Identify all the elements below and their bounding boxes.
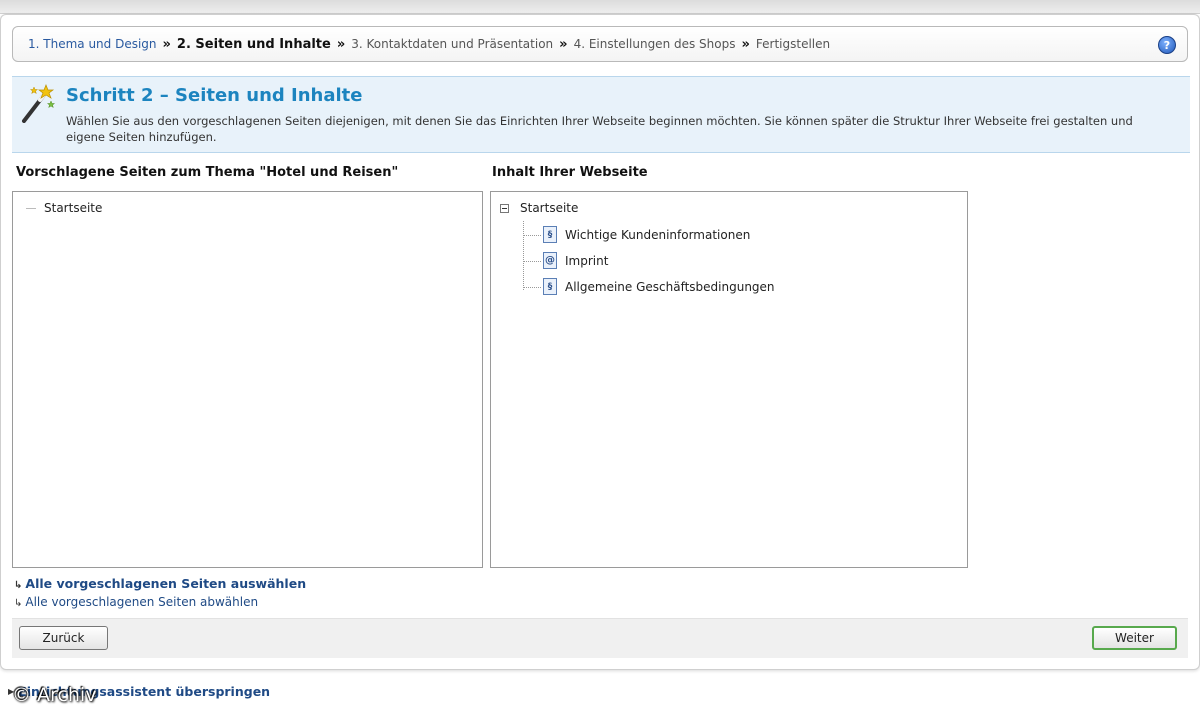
tree-item-imprint[interactable]: @ Imprint bbox=[543, 252, 608, 269]
suggested-page-label: Startseite bbox=[44, 201, 103, 215]
tree-connector bbox=[523, 261, 541, 262]
tree-item-kundeninformationen[interactable]: § Wichtige Kundeninformationen bbox=[543, 226, 750, 243]
tree-root-startseite[interactable]: Startseite bbox=[500, 201, 578, 215]
tree-root-label: Startseite bbox=[520, 201, 579, 215]
breadcrumb-step-3: 3. Kontaktdaten und Präsentation bbox=[351, 37, 554, 51]
next-button[interactable]: Weiter bbox=[1092, 626, 1177, 650]
page-icon: § bbox=[543, 226, 557, 243]
breadcrumb-step-4: 4. Einstellungen des Shops bbox=[573, 37, 736, 51]
breadcrumb-separator: » bbox=[559, 36, 568, 52]
suggested-pages-panel: Startseite bbox=[12, 191, 483, 568]
arrow-icon: ↳ bbox=[14, 598, 23, 609]
tree-item-label: Imprint bbox=[565, 253, 609, 268]
magic-wand-icon bbox=[22, 84, 56, 123]
website-content-panel: Startseite § Wichtige Kundeninformatione… bbox=[490, 191, 968, 568]
wizard-frame: 1. Thema und Design » 2. Seiten und Inha… bbox=[0, 14, 1200, 670]
breadcrumb-separator: » bbox=[741, 36, 750, 52]
tree-connector bbox=[523, 287, 541, 288]
email-page-icon: @ bbox=[543, 252, 557, 269]
arrow-icon: ↳ bbox=[14, 580, 23, 591]
breadcrumb: 1. Thema und Design » 2. Seiten und Inha… bbox=[12, 26, 1188, 62]
suggested-pages-heading: Vorschlagene Seiten zum Thema "Hotel und… bbox=[16, 165, 399, 180]
breadcrumb-step-finish: Fertigstellen bbox=[755, 37, 831, 51]
breadcrumb-step-2: 2. Seiten und Inhalte bbox=[176, 36, 331, 52]
select-all-link[interactable]: ↳ Alle vorgeschlagenen Seiten auswählen bbox=[14, 576, 306, 591]
tree-item-label: Allgemeine Geschäftsbedingungen bbox=[565, 279, 775, 294]
tree-connector bbox=[523, 221, 524, 290]
breadcrumb-separator: » bbox=[336, 36, 346, 52]
tree-item-agb[interactable]: § Allgemeine Geschäftsbedingungen bbox=[543, 278, 775, 295]
button-bar: Zurück Weiter bbox=[12, 618, 1188, 658]
select-all-label: Alle vorgeschlagenen Seiten auswählen bbox=[25, 576, 307, 591]
help-icon[interactable]: ? bbox=[1158, 36, 1176, 54]
website-content-heading: Inhalt Ihrer Webseite bbox=[492, 165, 648, 180]
page-title: Schritt 2 – Seiten und Inhalte bbox=[66, 85, 363, 106]
deselect-all-label: Alle vorgeschlagenen Seiten abwählen bbox=[25, 595, 259, 609]
collapse-icon[interactable] bbox=[500, 203, 509, 213]
breadcrumb-step-1[interactable]: 1. Thema und Design bbox=[28, 37, 157, 51]
step-header: Schritt 2 – Seiten und Inhalte Wählen Si… bbox=[12, 76, 1190, 153]
tree-connector bbox=[523, 235, 541, 236]
page-icon: § bbox=[543, 278, 557, 295]
step-description: Wählen Sie aus den vorgeschlagenen Seite… bbox=[66, 114, 1133, 144]
window-top-band bbox=[0, 0, 1200, 14]
tree-item-label: Wichtige Kundeninformationen bbox=[565, 227, 751, 242]
suggested-page-item[interactable]: Startseite bbox=[26, 201, 102, 215]
back-button[interactable]: Zurück bbox=[19, 626, 108, 650]
deselect-all-link[interactable]: ↳ Alle vorgeschlagenen Seiten abwählen bbox=[14, 595, 258, 609]
breadcrumb-separator: » bbox=[162, 36, 171, 52]
tree-connector bbox=[26, 207, 36, 209]
copyright-watermark: © Archiv bbox=[12, 684, 97, 706]
